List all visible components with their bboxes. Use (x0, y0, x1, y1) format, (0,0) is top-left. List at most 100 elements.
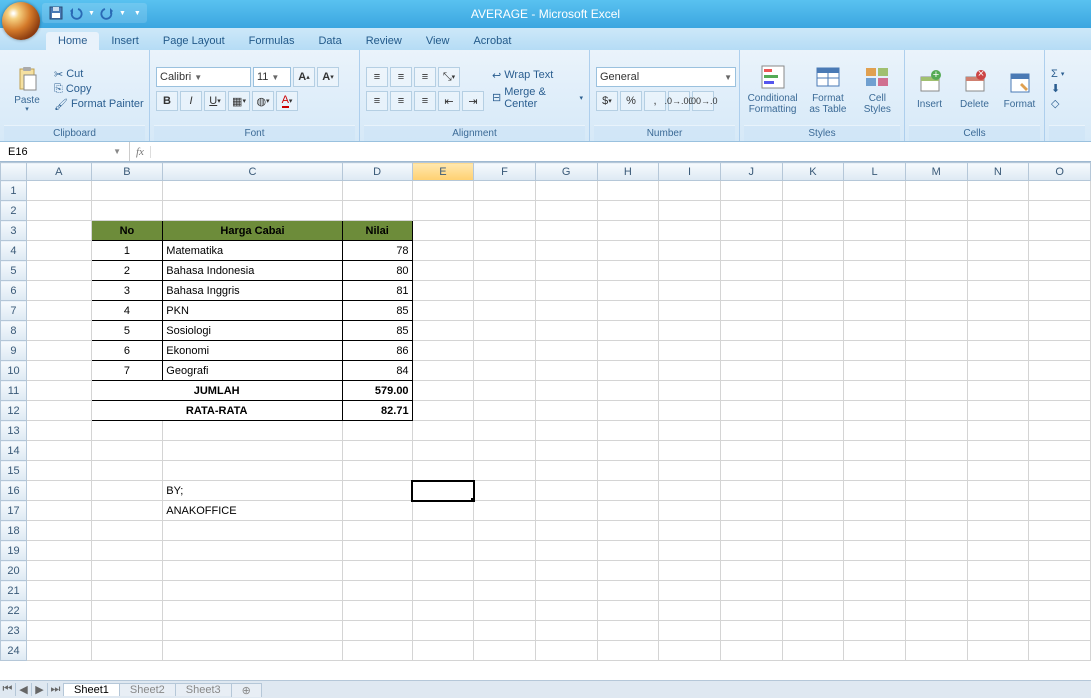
grow-font-button[interactable]: A▴ (293, 67, 315, 87)
formula-input[interactable] (151, 146, 1091, 158)
save-icon[interactable] (48, 5, 64, 21)
cut-button[interactable]: ✂Cut (54, 68, 144, 81)
cell-styles-button[interactable]: Cell Styles (855, 53, 900, 125)
redo-dropdown-icon[interactable]: ▼ (119, 10, 126, 17)
row-header[interactable]: 13 (1, 421, 27, 441)
cell[interactable]: 7 (91, 361, 163, 381)
cell[interactable]: Sosiologi (163, 321, 342, 341)
col-header-B[interactable]: B (91, 163, 163, 181)
row-header[interactable]: 16 (1, 481, 27, 501)
copy-button[interactable]: ⎘Copy (54, 83, 144, 96)
office-orb-button[interactable] (2, 2, 40, 40)
row-header[interactable]: 22 (1, 601, 27, 621)
tab-view[interactable]: View (414, 32, 462, 50)
cell[interactable]: 2 (91, 261, 163, 281)
undo-icon[interactable] (68, 5, 84, 21)
next-sheet-button[interactable]: ▶ (32, 683, 48, 696)
cell[interactable]: 4 (91, 301, 163, 321)
cell[interactable]: RATA-RATA (91, 401, 342, 421)
tab-home[interactable]: Home (46, 32, 99, 50)
delete-cells-button[interactable]: ×Delete (954, 53, 995, 125)
col-header-L[interactable]: L (844, 163, 906, 181)
cell[interactable]: Nilai (342, 221, 412, 241)
row-header[interactable]: 19 (1, 541, 27, 561)
selected-cell[interactable] (412, 481, 474, 501)
row-header[interactable]: 11 (1, 381, 27, 401)
cell[interactable]: ANAKOFFICE (163, 501, 342, 521)
qat-customize-icon[interactable]: ▼ (134, 10, 141, 17)
prev-sheet-button[interactable]: ◀ (16, 683, 32, 696)
cell[interactable]: Bahasa Indonesia (163, 261, 342, 281)
increase-indent-button[interactable]: ⇥ (462, 91, 484, 111)
cell[interactable]: 3 (91, 281, 163, 301)
cell[interactable]: Matematika (163, 241, 342, 261)
col-header-I[interactable]: I (659, 163, 721, 181)
align-top-button[interactable]: ≡ (366, 67, 388, 87)
row-header[interactable]: 18 (1, 521, 27, 541)
fill-button[interactable]: ⬇ (1051, 82, 1083, 95)
col-header-H[interactable]: H (597, 163, 659, 181)
row-header[interactable]: 3 (1, 221, 27, 241)
row-header[interactable]: 6 (1, 281, 27, 301)
cell[interactable]: 85 (342, 301, 412, 321)
italic-button[interactable]: I (180, 91, 202, 111)
redo-icon[interactable] (99, 5, 115, 21)
worksheet-grid[interactable]: A B C D E F G H I J K L M N O 1 2 3NoHar… (0, 162, 1091, 661)
increase-decimal-button[interactable]: .0→.00 (668, 91, 690, 111)
col-header-D[interactable]: D (342, 163, 412, 181)
cell[interactable]: 78 (342, 241, 412, 261)
align-middle-button[interactable]: ≡ (390, 67, 412, 87)
col-header-G[interactable]: G (535, 163, 597, 181)
cell[interactable]: 84 (342, 361, 412, 381)
conditional-formatting-button[interactable]: Conditional Formatting (744, 53, 801, 125)
cell[interactable]: JUMLAH (91, 381, 342, 401)
sheet-tab-2[interactable]: Sheet2 (119, 683, 176, 696)
align-center-button[interactable]: ≡ (390, 91, 412, 111)
row-header[interactable]: 5 (1, 261, 27, 281)
insert-cells-button[interactable]: +Insert (909, 53, 950, 125)
cell[interactable]: Geografi (163, 361, 342, 381)
tab-data[interactable]: Data (306, 32, 353, 50)
align-left-button[interactable]: ≡ (366, 91, 388, 111)
select-all-corner[interactable] (1, 163, 27, 181)
cell[interactable]: PKN (163, 301, 342, 321)
font-color-button[interactable]: A▾ (276, 91, 298, 111)
underline-button[interactable]: U▾ (204, 91, 226, 111)
row-header[interactable]: 12 (1, 401, 27, 421)
merge-center-button[interactable]: ⊟Merge & Center▾ (492, 86, 583, 110)
fill-color-button[interactable]: ◍▾ (252, 91, 274, 111)
font-size-combo[interactable]: 11▼ (253, 67, 291, 87)
fx-icon[interactable]: fx (130, 146, 151, 158)
autosum-button[interactable]: Σ▾ (1051, 68, 1083, 80)
cell[interactable]: No (91, 221, 163, 241)
clear-button[interactable]: ◇ (1051, 97, 1083, 110)
col-header-M[interactable]: M (905, 163, 967, 181)
orientation-button[interactable]: ⤡▾ (438, 67, 460, 87)
row-header[interactable]: 24 (1, 641, 27, 661)
row-header[interactable]: 10 (1, 361, 27, 381)
wrap-text-button[interactable]: ↩Wrap Text (492, 69, 583, 82)
cell[interactable]: 579.00 (342, 381, 412, 401)
align-bottom-button[interactable]: ≡ (414, 67, 436, 87)
paste-button[interactable]: Paste▾ (4, 53, 50, 125)
row-header[interactable]: 7 (1, 301, 27, 321)
currency-button[interactable]: $▾ (596, 91, 618, 111)
row-header[interactable]: 17 (1, 501, 27, 521)
cell[interactable]: Ekonomi (163, 341, 342, 361)
tab-acrobat[interactable]: Acrobat (461, 32, 523, 50)
row-header[interactable]: 8 (1, 321, 27, 341)
row-header[interactable]: 9 (1, 341, 27, 361)
comma-button[interactable]: , (644, 91, 666, 111)
tab-insert[interactable]: Insert (99, 32, 151, 50)
first-sheet-button[interactable]: ⏮ (0, 683, 16, 696)
col-header-N[interactable]: N (967, 163, 1029, 181)
row-header[interactable]: 15 (1, 461, 27, 481)
cell[interactable]: Harga Cabai (163, 221, 342, 241)
shrink-font-button[interactable]: A▾ (317, 67, 339, 87)
row-header[interactable]: 4 (1, 241, 27, 261)
row-header[interactable]: 2 (1, 201, 27, 221)
col-header-F[interactable]: F (474, 163, 536, 181)
format-as-table-button[interactable]: Format as Table (805, 53, 850, 125)
col-header-O[interactable]: O (1029, 163, 1091, 181)
last-sheet-button[interactable]: ⏭ (48, 683, 64, 696)
